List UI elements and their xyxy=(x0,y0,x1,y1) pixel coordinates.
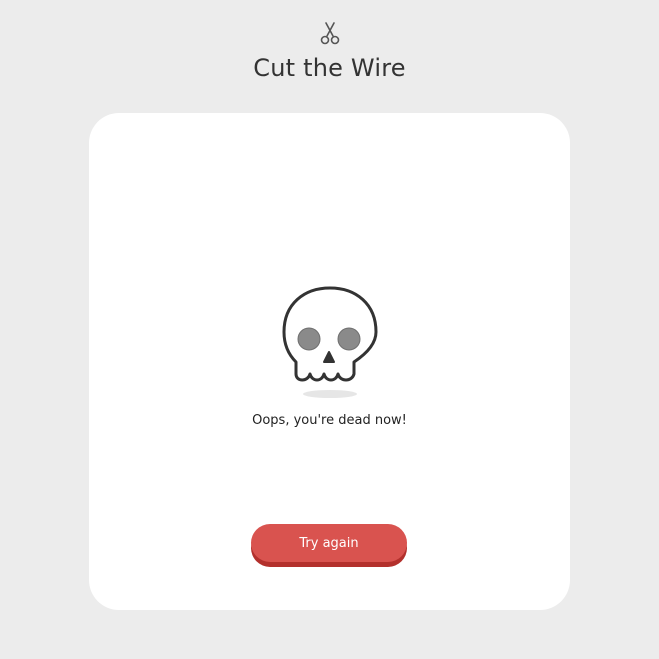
game-over-message: Oops, you're dead now! xyxy=(252,413,407,428)
skull-icon xyxy=(282,286,378,398)
scissors-icon xyxy=(320,22,340,45)
page-title: Cut the Wire xyxy=(253,54,406,82)
try-again-button[interactable]: Try again xyxy=(251,524,407,562)
